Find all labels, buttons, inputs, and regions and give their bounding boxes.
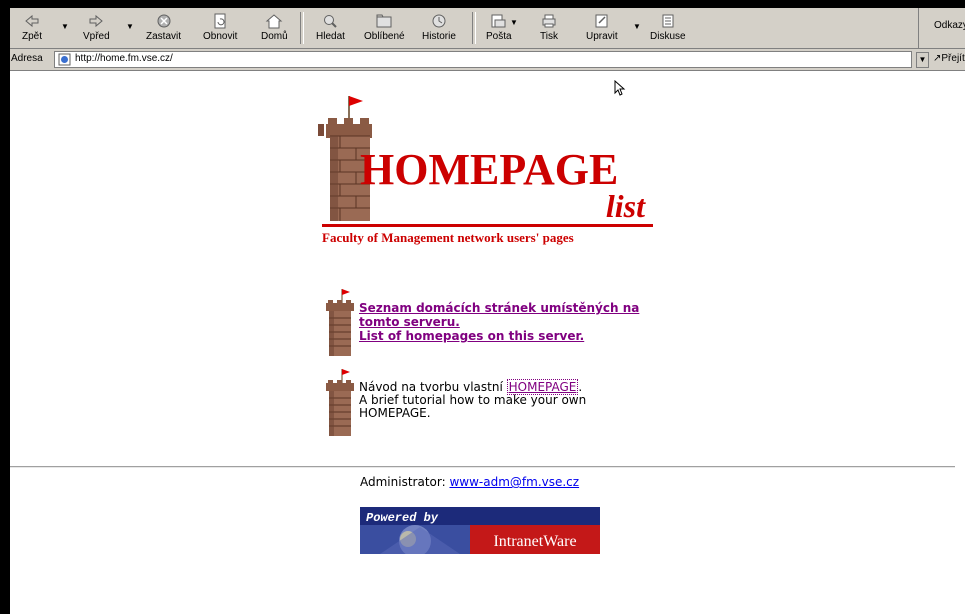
favorites-button[interactable]: Oblíbené	[364, 11, 405, 47]
print-label: Tisk	[540, 31, 558, 42]
mail-label: Pošta	[486, 31, 512, 42]
forward-label: Vpřed	[83, 31, 110, 42]
back-arrow-icon	[25, 14, 39, 28]
refresh-icon	[214, 13, 226, 29]
stop-label: Zastavit	[146, 31, 182, 42]
stop-button[interactable]: Zastavit	[146, 11, 181, 47]
homepages-list-link-en[interactable]: List of homepages on this server.	[359, 329, 659, 343]
history-label: Historie	[422, 31, 456, 42]
back-dropdown-icon[interactable]: ▼	[61, 22, 69, 31]
mouse-cursor-icon	[614, 80, 626, 96]
print-icon	[542, 14, 556, 28]
back-label: Zpět	[22, 31, 43, 42]
castle-tower-icon	[326, 369, 354, 436]
go-button[interactable]: ↗Přejít	[933, 53, 965, 64]
screen-border-top	[0, 0, 965, 8]
home-label: Domů	[261, 31, 288, 42]
screen-border-left	[0, 0, 10, 614]
refresh-label: Obnovit	[203, 31, 238, 42]
forward-arrow-icon	[89, 14, 104, 28]
powered-by-text: Powered by	[366, 511, 439, 525]
address-dropdown-icon[interactable]: ▼	[916, 52, 929, 68]
admin-email-link[interactable]: www-adm@fm.vse.cz	[449, 475, 579, 489]
logo-title: HOMEPAGE	[360, 145, 618, 194]
horizontal-divider	[10, 466, 955, 468]
discuss-label: Diskuse	[650, 31, 686, 42]
address-bar: Adresa http://home.fm.vse.cz/ ▼ ↗Přejít	[10, 49, 965, 71]
search-label: Hledat	[316, 31, 345, 42]
intranetware-text: IntranetWare	[493, 533, 576, 550]
edit-label: Upravit	[586, 31, 618, 42]
edit-icon	[595, 14, 608, 28]
links-label[interactable]: Odkazy	[934, 20, 965, 31]
page-icon	[58, 53, 71, 66]
powered-by-intranetware-banner[interactable]: Powered by IntranetWare	[360, 507, 600, 554]
mail-button[interactable]: Pošta	[486, 11, 512, 47]
history-icon	[432, 14, 446, 28]
home-icon	[265, 14, 283, 29]
mail-dropdown-icon[interactable]: ▼	[510, 18, 518, 27]
refresh-button[interactable]: Obnovit	[203, 11, 237, 47]
homepage-list-logo: HOMEPAGE list Faculty of Management netw…	[318, 96, 653, 245]
home-button[interactable]: Domů	[261, 11, 288, 47]
forward-button[interactable]: Vpřed	[83, 11, 110, 47]
tutorial-english: A brief tutorial how to make your own HO…	[359, 393, 587, 420]
go-label: Přejít	[941, 53, 965, 64]
address-label: Adresa	[11, 53, 43, 64]
edit-button[interactable]: Upravit	[586, 11, 618, 47]
search-button[interactable]: Hledat	[316, 11, 345, 47]
homepages-list-link[interactable]: Seznam domácích stránek umístěných na to…	[359, 301, 659, 343]
print-button[interactable]: Tisk	[540, 11, 558, 47]
logo-caption: Faculty of Management network users' pag…	[322, 230, 574, 245]
toolbar-separator	[300, 12, 304, 44]
toolbar-separator	[472, 12, 476, 44]
favorites-label: Oblíbené	[364, 31, 405, 42]
history-button[interactable]: Historie	[422, 11, 456, 47]
address-input[interactable]: http://home.fm.vse.cz/	[54, 51, 912, 68]
castle-tower-icon	[326, 289, 354, 356]
admin-label: Administrator:	[360, 475, 446, 489]
stop-icon	[157, 14, 170, 28]
tutorial-description: Návod na tvorbu vlastní HOMEPAGE. A brie…	[359, 379, 619, 420]
back-button[interactable]: Zpět	[22, 11, 42, 47]
admin-contact: Administrator: www-adm@fm.vse.cz	[360, 475, 579, 489]
screen: Zpět ▼ Vpřed ▼ Zastavit Obnovit Domů Hle…	[0, 0, 965, 614]
discuss-button[interactable]: Diskuse	[650, 11, 686, 47]
search-icon	[324, 15, 338, 28]
mail-icon	[491, 14, 506, 28]
tutorial-suffix: .	[578, 380, 583, 394]
tutorial-prefix: Návod na tvorbu vlastní	[359, 380, 503, 394]
logo-subtitle: list	[606, 188, 646, 224]
toolbar: Zpět ▼ Vpřed ▼ Zastavit Obnovit Domů Hle…	[10, 8, 965, 49]
discuss-icon	[662, 14, 674, 28]
logo-underline	[322, 224, 653, 227]
forward-dropdown-icon[interactable]: ▼	[126, 22, 134, 31]
edit-dropdown-icon[interactable]: ▼	[633, 22, 641, 31]
address-value: http://home.fm.vse.cz/	[75, 53, 173, 64]
homepages-list-link-cz[interactable]: Seznam domácích stránek umístěných na to…	[359, 301, 659, 329]
favorites-folder-icon	[376, 14, 392, 28]
